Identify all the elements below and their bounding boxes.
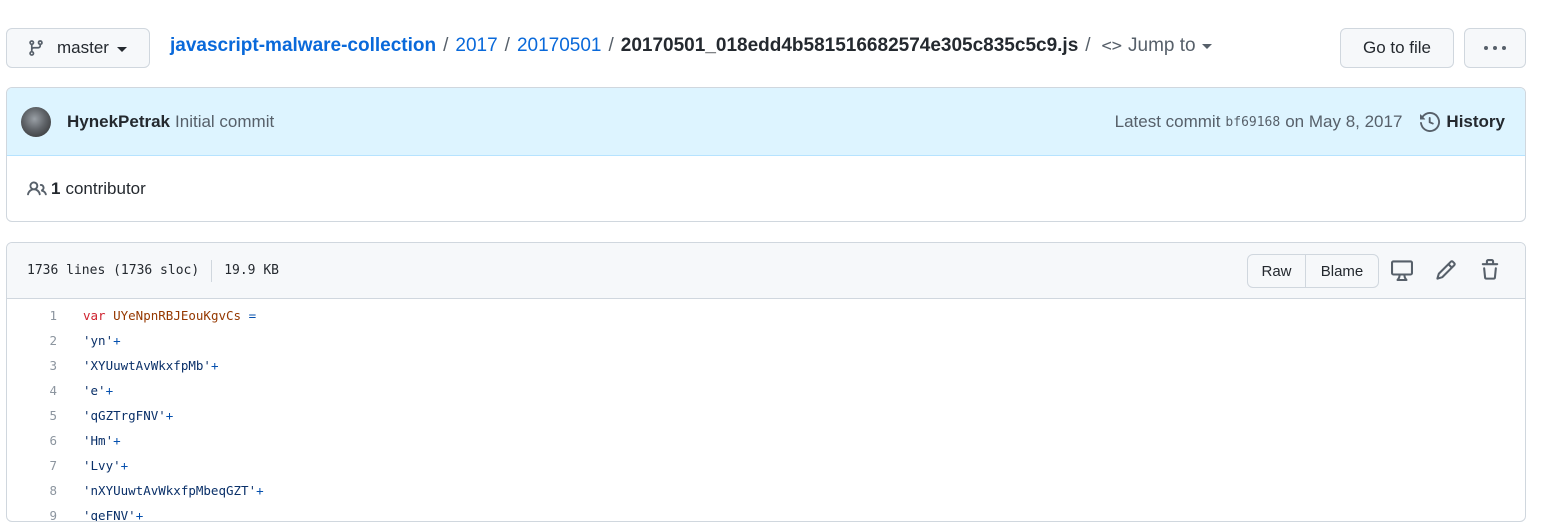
breadcrumb-file-name: 20170501_018edd4b581516682574e305c835c5c… bbox=[620, 35, 1079, 56]
code-line: 9 'qeFNV'+ bbox=[7, 503, 1525, 522]
line-number[interactable]: 5 bbox=[7, 408, 57, 423]
line-number[interactable]: 3 bbox=[7, 358, 57, 373]
breadcrumb-dir-2017-link[interactable]: 2017 bbox=[455, 35, 497, 57]
line-content: 'Lvy'+ bbox=[83, 458, 129, 473]
commit-meta: Latest commit bf69168 on May 8, 2017 His… bbox=[1115, 88, 1505, 156]
breadcrumb-separator: / bbox=[443, 35, 449, 56]
commit-sha-link[interactable]: bf69168 bbox=[1225, 115, 1280, 130]
chevron-down-icon bbox=[116, 47, 127, 52]
contributors-row[interactable]: 1 contributor bbox=[7, 156, 1525, 221]
line-content: 'e'+ bbox=[83, 383, 114, 398]
line-content: var UYeNpnRBJEouKgvCs = bbox=[83, 308, 257, 323]
line-number[interactable]: 9 bbox=[7, 508, 57, 521]
file-navigation: master javascript-malware-collection / 2… bbox=[6, 28, 1526, 68]
delete-file-button[interactable] bbox=[1479, 259, 1503, 283]
latest-commit-row: HynekPetrak Initial commit Latest commit… bbox=[7, 88, 1525, 156]
breadcrumb-separator: / bbox=[1085, 35, 1091, 56]
latest-commit-label: Latest commit bbox=[1114, 112, 1221, 131]
code-line: 4 'e'+ bbox=[7, 378, 1525, 403]
line-content: 'qGZTrgFNV'+ bbox=[83, 408, 174, 423]
line-number[interactable]: 7 bbox=[7, 458, 57, 473]
commit-info-box: HynekPetrak Initial commit Latest commit… bbox=[6, 87, 1526, 222]
people-icon bbox=[27, 181, 47, 196]
open-desktop-button[interactable] bbox=[1391, 259, 1415, 283]
line-number[interactable]: 6 bbox=[7, 433, 57, 448]
code-line: 7 'Lvy'+ bbox=[7, 453, 1525, 478]
line-content: 'XYUuwtAvWkxfpMb'+ bbox=[83, 358, 219, 373]
divider bbox=[211, 259, 213, 282]
breadcrumb: javascript-malware-collection / 2017 / 2… bbox=[170, 28, 1212, 64]
commit-message-link[interactable]: Initial commit bbox=[175, 112, 274, 132]
pencil-icon bbox=[1436, 260, 1456, 280]
line-content: 'yn'+ bbox=[83, 333, 121, 348]
git-branch-icon bbox=[29, 40, 43, 56]
code-line: 8 'nXYUuwtAvWkxfpMbeqGZT'+ bbox=[7, 478, 1525, 503]
breadcrumb-repo-link[interactable]: javascript-malware-collection bbox=[170, 35, 436, 57]
file-view-button-group: Raw Blame bbox=[1247, 254, 1379, 288]
line-number[interactable]: 8 bbox=[7, 483, 57, 498]
line-content: 'Hm'+ bbox=[83, 433, 121, 448]
line-number[interactable]: 1 bbox=[7, 308, 57, 323]
branch-select-button[interactable]: master bbox=[6, 28, 150, 68]
trash-icon bbox=[1481, 259, 1499, 280]
more-options-button[interactable] bbox=[1464, 28, 1526, 68]
avatar[interactable] bbox=[21, 106, 51, 137]
chevron-down-icon bbox=[1201, 43, 1212, 49]
history-link[interactable]: History bbox=[1420, 112, 1505, 132]
blame-button[interactable]: Blame bbox=[1306, 255, 1378, 287]
line-content: 'nXYUuwtAvWkxfpMbeqGZT'+ bbox=[83, 483, 264, 498]
jump-to-dropdown[interactable]: <> Jump to bbox=[1102, 35, 1212, 57]
breadcrumb-separator: / bbox=[504, 35, 510, 56]
file-viewer: 1736 lines (1736 sloc) 19.9 KB Raw Blame… bbox=[6, 242, 1526, 522]
file-header: 1736 lines (1736 sloc) 19.9 KB Raw Blame bbox=[7, 243, 1525, 299]
history-label: History bbox=[1446, 112, 1505, 131]
commit-date: on May 8, 2017 bbox=[1285, 112, 1403, 131]
jump-to-label: Jump to bbox=[1128, 35, 1196, 56]
line-number[interactable]: 2 bbox=[7, 333, 57, 348]
contributor-label: contributor bbox=[65, 179, 146, 198]
code-line: 5 'qGZTrgFNV'+ bbox=[7, 403, 1525, 428]
edit-file-button[interactable] bbox=[1435, 259, 1459, 283]
code-line: 6 'Hm'+ bbox=[7, 428, 1525, 453]
code-line: 1 var UYeNpnRBJEouKgvCs = bbox=[7, 303, 1525, 328]
commit-author-link[interactable]: HynekPetrak bbox=[67, 112, 170, 132]
desktop-icon bbox=[1391, 260, 1413, 281]
code-icon: <> bbox=[1101, 36, 1123, 56]
breadcrumb-dir-20170501-link[interactable]: 20170501 bbox=[517, 35, 602, 57]
code-line: 2 'yn'+ bbox=[7, 328, 1525, 353]
breadcrumb-separator: / bbox=[608, 35, 614, 56]
file-size: 19.9 KB bbox=[224, 263, 279, 278]
line-number[interactable]: 4 bbox=[7, 383, 57, 398]
line-content: 'qeFNV'+ bbox=[83, 508, 144, 522]
kebab-horizontal-icon bbox=[1484, 46, 1488, 50]
code-line: 3 'XYUuwtAvWkxfpMb'+ bbox=[7, 353, 1525, 378]
contributor-count: 1 bbox=[51, 179, 61, 198]
code-listing: 1 var UYeNpnRBJEouKgvCs = 2 'yn'+ 3 'XYU… bbox=[7, 299, 1525, 522]
raw-button[interactable]: Raw bbox=[1248, 255, 1306, 287]
go-to-file-button[interactable]: Go to file bbox=[1340, 28, 1454, 68]
file-line-count: 1736 lines (1736 sloc) bbox=[27, 263, 200, 278]
branch-label: master bbox=[57, 38, 109, 57]
history-icon bbox=[1420, 112, 1441, 132]
